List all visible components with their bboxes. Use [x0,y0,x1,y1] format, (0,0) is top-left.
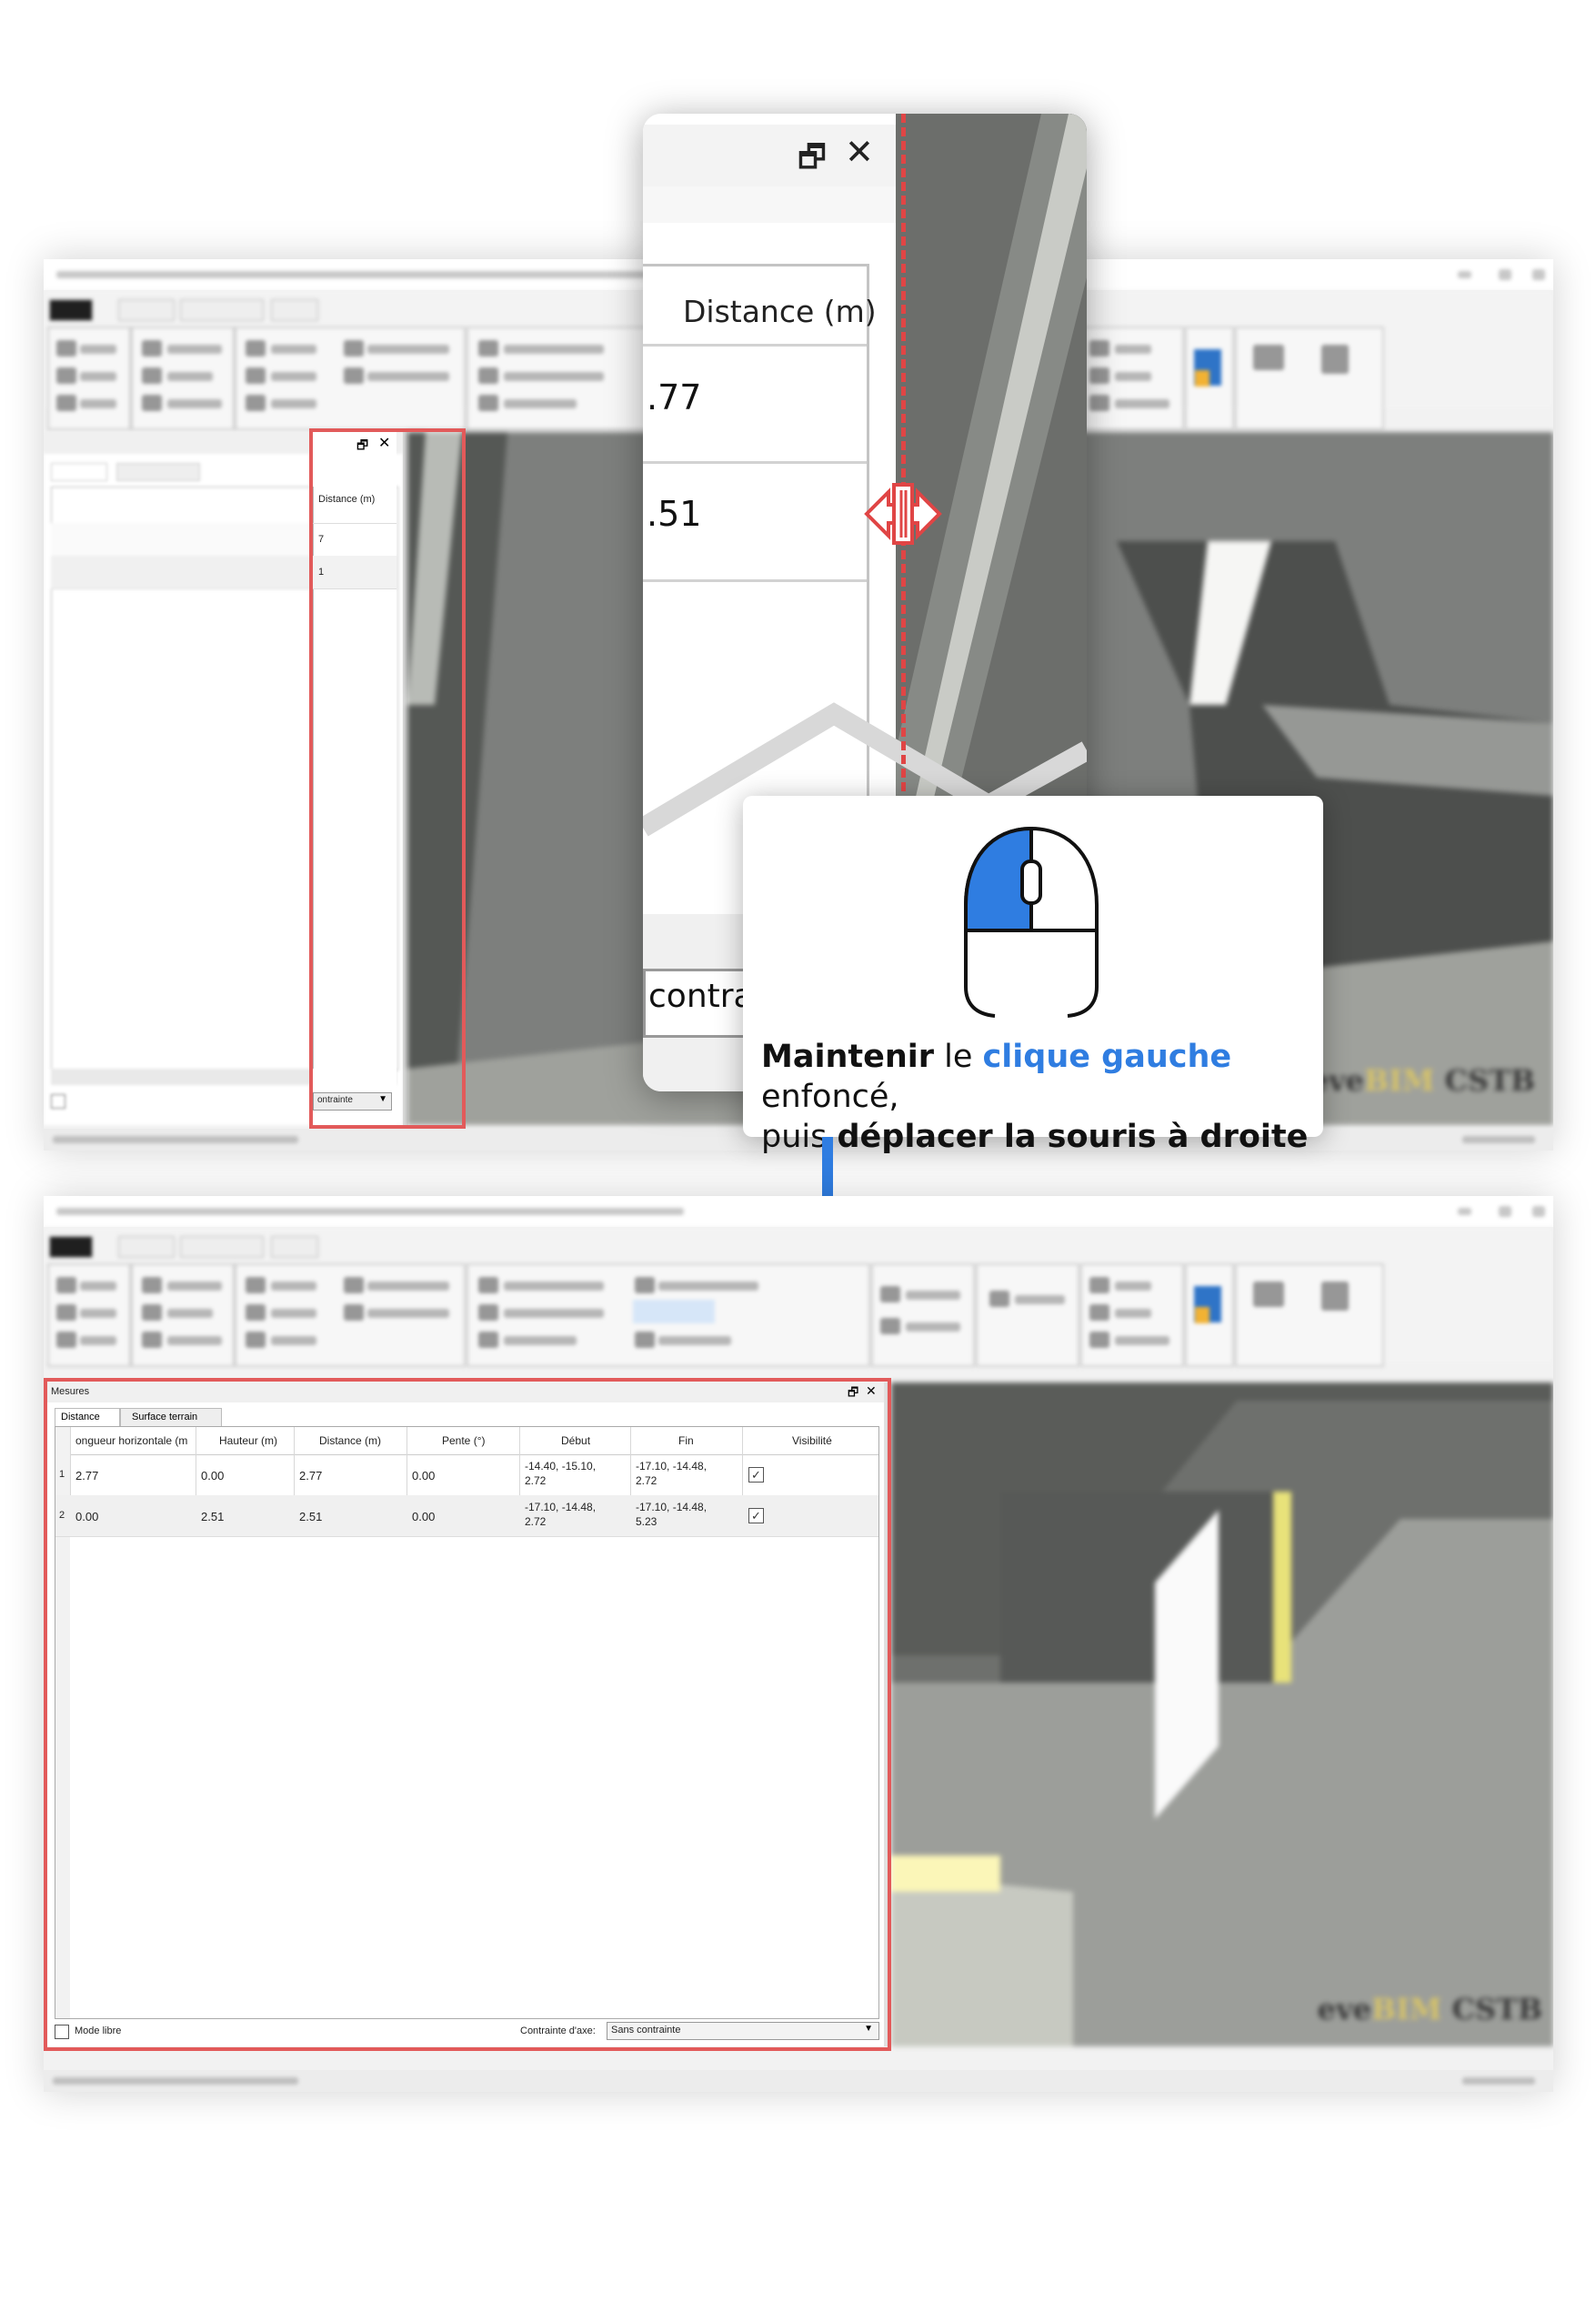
status-bar [44,2070,1553,2092]
restore-icon[interactable]: 🗗 [798,136,827,187]
app-window-after: Mesures 🗗 ✕ Distance Surface terrain ong… [44,1196,1553,2092]
cell-value: .77 [647,377,702,417]
title-bar [44,1196,1553,1227]
column-header-distance: Distance (m) [683,294,877,329]
ribbon-toolbar [44,1227,1553,1367]
resize-handle-icon[interactable] [861,477,945,550]
watermark: eveBIM CSTB [1310,1063,1535,1098]
cell-value: .51 [647,494,702,534]
watermark: eveBIM CSTB [1317,1992,1542,2026]
highlight-box [309,428,466,1129]
3d-viewport[interactable]: eveBIM CSTB [891,1382,1553,2046]
mouse-icon [964,826,1099,1018]
constraint-text: contra [648,978,754,1015]
instruction-tooltip: Maintenir le clique gauche enfoncé, puis… [743,796,1323,1155]
close-icon[interactable]: ✕ [845,132,874,173]
highlight-box [44,1378,891,2051]
